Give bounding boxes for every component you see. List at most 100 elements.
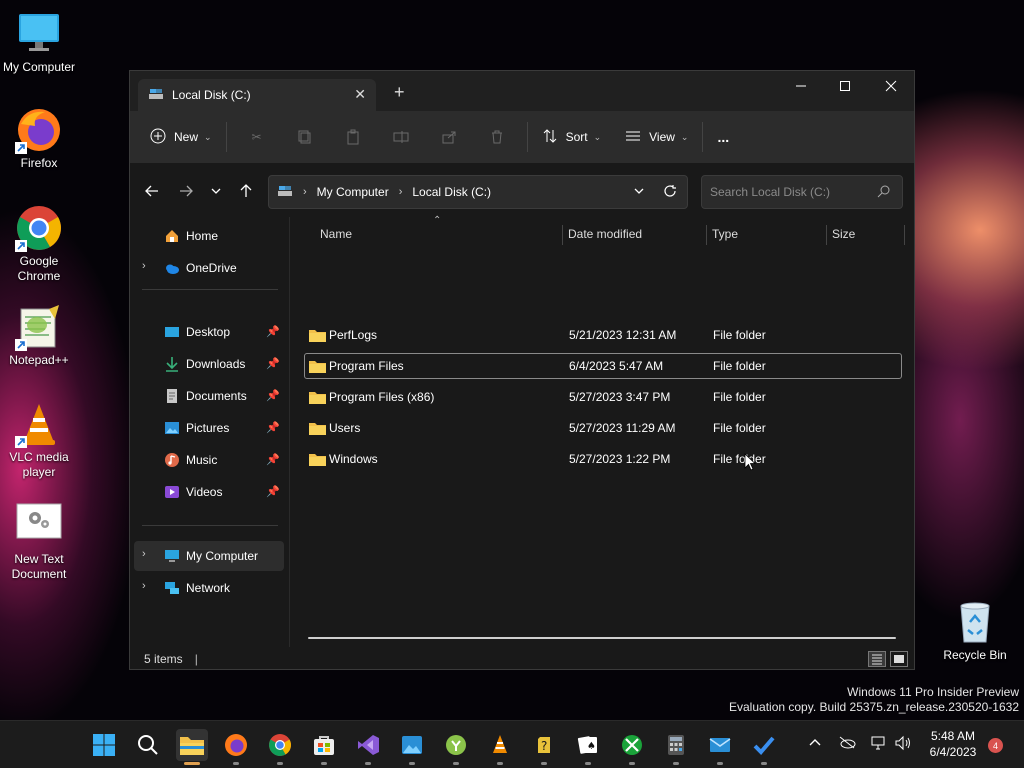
folder-icon bbox=[309, 361, 326, 373]
up-button[interactable] bbox=[232, 177, 260, 205]
minimize-button[interactable] bbox=[778, 71, 824, 101]
close-button[interactable] bbox=[868, 71, 914, 101]
volume-icon[interactable] bbox=[894, 735, 912, 754]
sidebar-item-documents[interactable]: Documents 📌 bbox=[134, 381, 284, 411]
copy-icon[interactable] bbox=[281, 121, 329, 153]
taskbar-file-explorer[interactable] bbox=[176, 729, 208, 765]
pin-icon[interactable]: 📌 bbox=[266, 453, 280, 466]
taskbar-solitaire[interactable]: ♠ bbox=[572, 729, 604, 765]
vlc-icon bbox=[493, 735, 507, 753]
file-row[interactable]: Program Files 6/4/2023 5:47 AM File fold… bbox=[304, 353, 902, 379]
show-hidden-icons-chevron-up-icon[interactable] bbox=[808, 735, 822, 752]
column-header-size[interactable]: Size bbox=[832, 221, 902, 247]
sidebar-item-music[interactable]: Music 📌 bbox=[134, 445, 284, 475]
column-divider[interactable] bbox=[904, 225, 905, 245]
sort-button[interactable]: Sort ⌄ bbox=[534, 121, 610, 153]
forward-button[interactable] bbox=[172, 177, 200, 205]
taskbar-chrome[interactable] bbox=[264, 729, 296, 765]
sidebar-item-videos[interactable]: Videos 📌 bbox=[134, 477, 284, 507]
desktop-icon-notepadpp[interactable]: Notepad++ bbox=[0, 303, 78, 368]
network-icon[interactable] bbox=[870, 735, 888, 754]
taskbar-xbox[interactable] bbox=[616, 729, 648, 765]
column-header-date[interactable]: Date modified bbox=[568, 221, 704, 247]
title-bar[interactable]: Local Disk (C:) ✕ + bbox=[130, 71, 914, 111]
chevron-right-icon[interactable]: › bbox=[142, 548, 146, 560]
search-icon[interactable] bbox=[877, 185, 890, 201]
pin-icon[interactable]: 📌 bbox=[266, 485, 280, 498]
chevron-right-icon[interactable]: › bbox=[142, 580, 146, 592]
taskbar-help[interactable]: ? bbox=[528, 729, 560, 765]
sidebar-item-pictures[interactable]: Pictures 📌 bbox=[134, 413, 284, 443]
desktop-icon-chrome[interactable]: Google Chrome bbox=[0, 204, 78, 284]
maximize-button[interactable] bbox=[822, 71, 868, 101]
svg-text:♠: ♠ bbox=[587, 741, 596, 752]
store-icon bbox=[314, 736, 334, 755]
tab-local-disk[interactable]: Local Disk (C:) ✕ bbox=[138, 79, 376, 111]
file-row[interactable]: PerfLogs 5/21/2023 12:31 AM File folder bbox=[304, 322, 902, 348]
taskbar-photos[interactable] bbox=[396, 729, 428, 765]
recent-locations-button[interactable] bbox=[202, 177, 230, 205]
more-options-button[interactable]: ... bbox=[709, 121, 737, 153]
file-row[interactable]: Windows 5/27/2023 1:22 PM File folder bbox=[304, 446, 902, 472]
taskbar-mail[interactable] bbox=[704, 729, 736, 765]
start-button[interactable] bbox=[88, 729, 120, 761]
desktop-icon-recycle-bin[interactable]: Recycle Bin bbox=[936, 598, 1014, 663]
sidebar-item-downloads[interactable]: Downloads 📌 bbox=[134, 349, 284, 379]
file-date: 6/4/2023 5:47 AM bbox=[569, 359, 664, 373]
horizontal-scrollbar[interactable] bbox=[308, 637, 896, 639]
chevron-right-icon[interactable]: › bbox=[142, 260, 146, 272]
delete-icon[interactable] bbox=[473, 121, 521, 153]
pin-icon[interactable]: 📌 bbox=[266, 325, 280, 338]
search-button[interactable] bbox=[132, 729, 164, 761]
taskbar-app-green[interactable] bbox=[440, 729, 472, 765]
sidebar-item-onedrive[interactable]: › OneDrive bbox=[134, 253, 284, 283]
tiles-view-button[interactable] bbox=[890, 651, 908, 667]
breadcrumb-separator-icon[interactable]: › bbox=[399, 186, 403, 198]
view-button[interactable]: View ⌄ bbox=[617, 121, 696, 153]
desktop-icon-vlc[interactable]: VLC media player bbox=[0, 400, 78, 480]
new-button[interactable]: New ⌄ bbox=[142, 121, 220, 153]
share-icon[interactable] bbox=[425, 121, 473, 153]
paste-icon[interactable] bbox=[329, 121, 377, 153]
back-button[interactable] bbox=[138, 177, 166, 205]
details-view-button[interactable] bbox=[868, 651, 886, 667]
search-input[interactable]: Search Local Disk (C:) bbox=[701, 175, 903, 209]
file-row[interactable]: Program Files (x86) 5/27/2023 3:47 PM Fi… bbox=[304, 384, 902, 410]
sidebar-item-network[interactable]: › Network bbox=[134, 573, 284, 603]
pin-icon[interactable]: 📌 bbox=[266, 389, 280, 402]
pin-icon[interactable]: 📌 bbox=[266, 357, 280, 370]
sidebar-item-home[interactable]: Home bbox=[134, 221, 284, 251]
address-bar[interactable]: › My Computer › Local Disk (C:) bbox=[268, 175, 688, 209]
sidebar-item-desktop[interactable]: Desktop 📌 bbox=[134, 317, 284, 347]
column-divider[interactable] bbox=[706, 225, 707, 245]
taskbar-calculator[interactable] bbox=[660, 729, 692, 765]
new-tab-button[interactable]: + bbox=[394, 83, 405, 101]
notification-badge[interactable]: 4 bbox=[988, 738, 1003, 753]
sidebar-item-my-computer[interactable]: › My Computer bbox=[134, 541, 284, 571]
taskbar-microsoft-store[interactable] bbox=[308, 729, 340, 765]
file-row[interactable]: Users 5/27/2023 11:29 AM File folder bbox=[304, 415, 902, 441]
breadcrumb-local-disk[interactable]: Local Disk (C:) bbox=[412, 185, 491, 199]
taskbar-vlc[interactable] bbox=[484, 729, 516, 765]
taskbar-visual-studio[interactable] bbox=[352, 729, 384, 765]
desktop-icon-firefox[interactable]: Firefox bbox=[0, 106, 78, 171]
cut-icon[interactable]: ✂ bbox=[233, 121, 281, 153]
breadcrumb-my-computer[interactable]: My Computer bbox=[317, 185, 389, 199]
calculator-icon bbox=[668, 735, 684, 755]
taskbar-todo[interactable] bbox=[748, 729, 780, 765]
close-tab-icon[interactable]: ✕ bbox=[354, 86, 366, 103]
system-clock[interactable]: 5:48 AM 6/4/2023 bbox=[922, 728, 984, 760]
breadcrumb-separator-icon[interactable]: › bbox=[303, 186, 307, 198]
rename-icon[interactable] bbox=[377, 121, 425, 153]
taskbar-firefox[interactable] bbox=[220, 729, 252, 765]
desktop-icon-new-text-document[interactable]: New Text Document bbox=[0, 502, 78, 582]
desktop-icon-my-computer[interactable]: My Computer bbox=[0, 10, 78, 75]
column-divider[interactable] bbox=[562, 225, 563, 245]
plus-circle-icon bbox=[150, 128, 166, 147]
column-header-type[interactable]: Type bbox=[712, 221, 824, 247]
refresh-icon[interactable] bbox=[663, 184, 677, 201]
onedrive-offline-icon[interactable] bbox=[838, 735, 856, 752]
pin-icon[interactable]: 📌 bbox=[266, 421, 280, 434]
address-history-dropdown-icon[interactable] bbox=[633, 185, 645, 200]
column-divider[interactable] bbox=[826, 225, 827, 245]
